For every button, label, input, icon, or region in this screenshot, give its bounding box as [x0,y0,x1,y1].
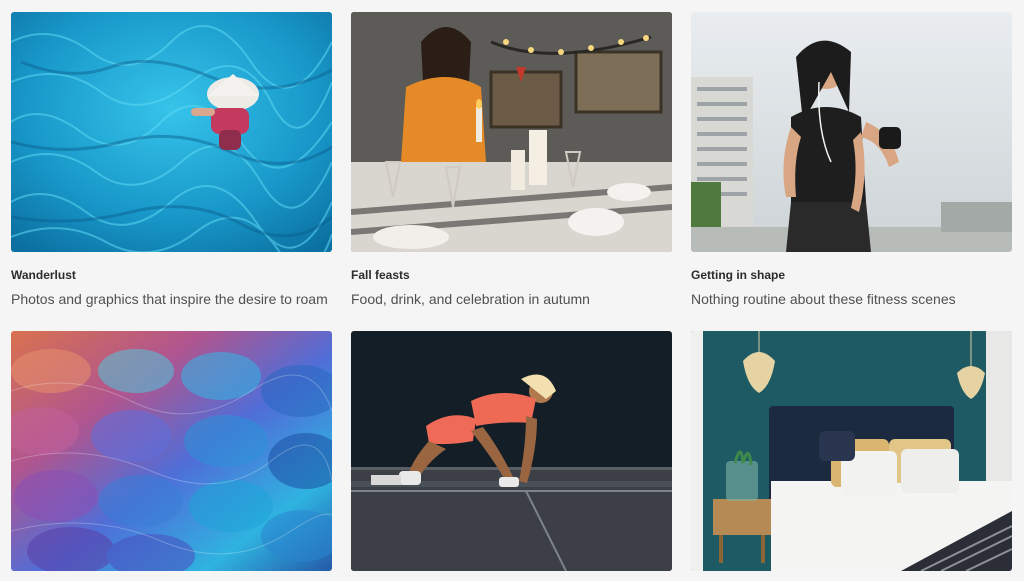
fitness-runner-image [691,12,1012,252]
turquoise-fabric-image [11,12,332,252]
collection-thumbnail[interactable] [351,12,672,252]
collection-description: Photos and graphics that inspire the des… [11,291,328,307]
bedroom-image [691,331,1012,571]
collection-card-wanderlust[interactable]: Wanderlust Photos and graphics that insp… [11,12,332,308]
collection-card-getting-in-shape[interactable]: Getting in shape Nothing routine about t… [691,12,1012,308]
collection-thumbnail[interactable] [11,12,332,252]
collection-card-sprinter[interactable] [351,331,672,571]
sprinter-image [351,331,672,571]
collection-thumbnail[interactable] [11,331,332,571]
collections-grid: Wanderlust Photos and graphics that insp… [0,0,1024,581]
feathers-image [11,331,332,571]
dinner-table-image [351,12,672,252]
collection-thumbnail[interactable] [351,331,672,571]
collection-description: Nothing routine about these fitness scen… [691,291,956,307]
collection-title[interactable]: Getting in shape [691,268,1012,282]
collection-description: Food, drink, and celebration in autumn [351,291,590,307]
collection-card-feathers[interactable] [11,331,332,571]
collection-card-bedroom[interactable] [691,331,1012,571]
collection-thumbnail[interactable] [691,331,1012,571]
collection-card-fall-feasts[interactable]: Fall feasts Food, drink, and celebration… [351,12,672,308]
collection-thumbnail[interactable] [691,12,1012,252]
collection-title[interactable]: Fall feasts [351,268,672,282]
collection-title[interactable]: Wanderlust [11,268,332,282]
